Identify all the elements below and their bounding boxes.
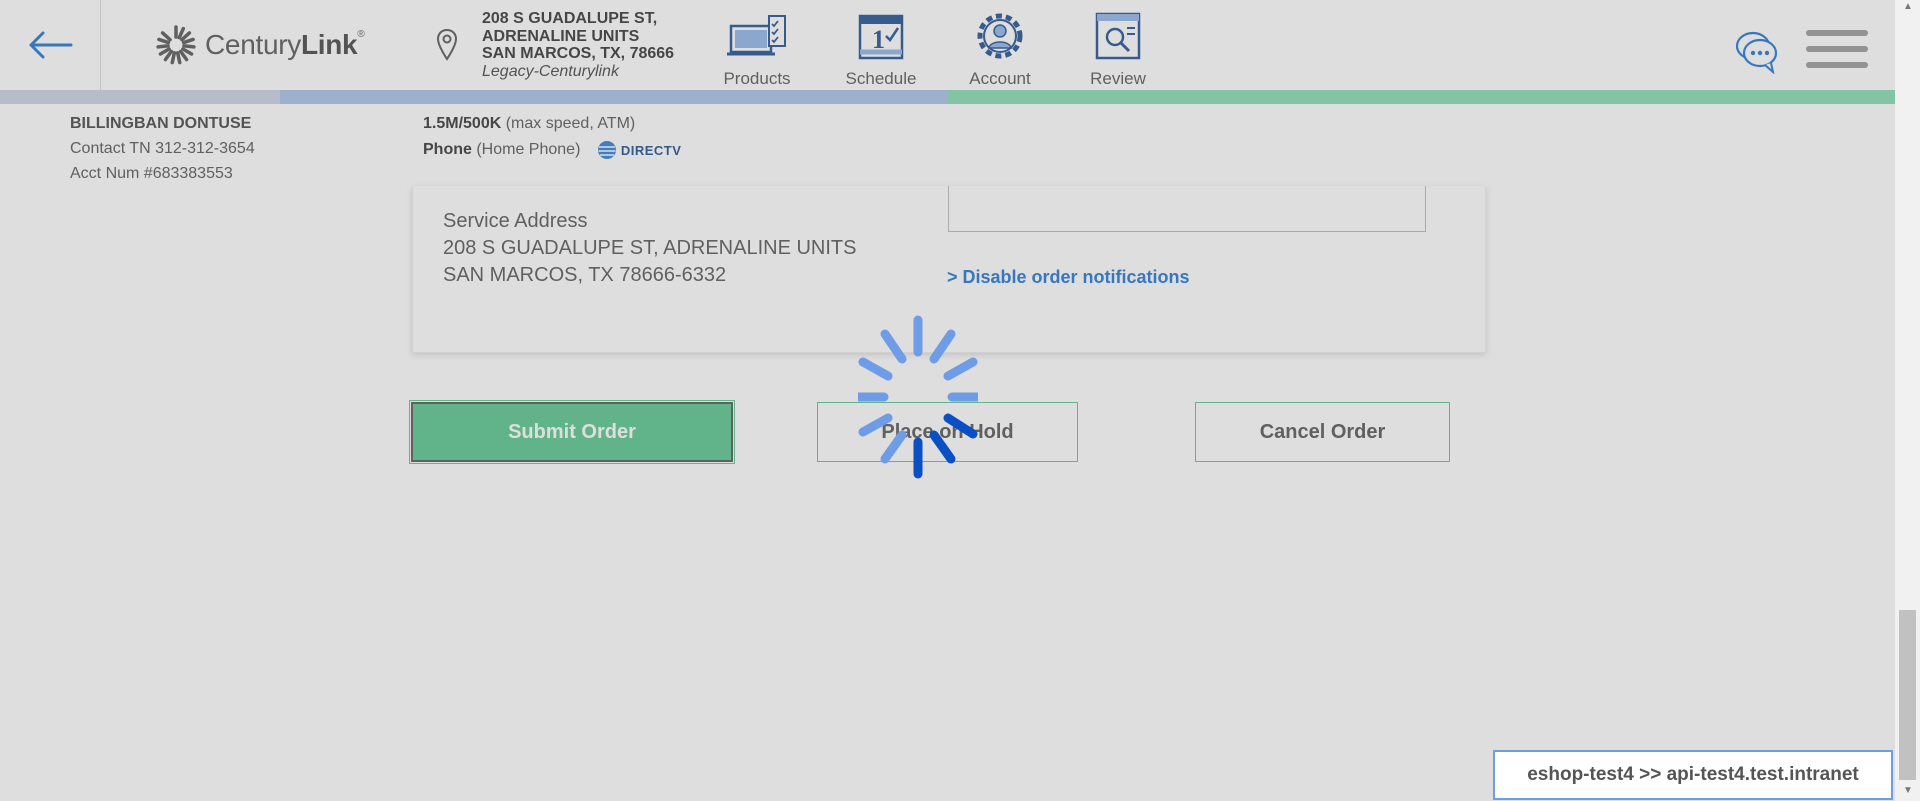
scrollbar-thumb[interactable] [1899,610,1916,780]
scroll-down-arrow-icon[interactable]: ▼ [1901,786,1915,796]
scroll-up-arrow-icon[interactable]: ▲ [1901,2,1915,12]
environment-badge: eshop-test4 >> api-test4.test.intranet [1493,750,1893,800]
loading-spinner-icon [858,315,978,479]
